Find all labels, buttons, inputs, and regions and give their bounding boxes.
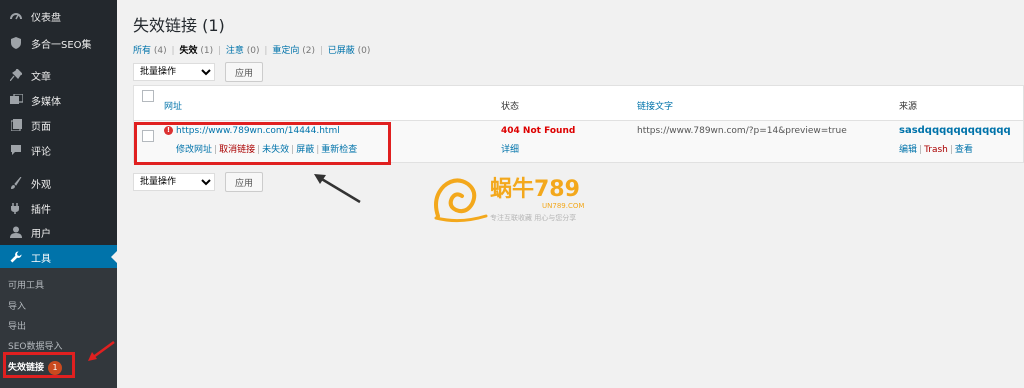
table-header: 网址 状态 链接文字 来源 bbox=[134, 86, 1023, 121]
sidebar-item-label: 多合一SEO集 bbox=[31, 39, 92, 51]
sidebar-item-users[interactable]: 用户 bbox=[0, 220, 117, 244]
filter-broken[interactable]: 失效 bbox=[179, 46, 197, 56]
dashboard-icon bbox=[8, 8, 24, 24]
select-all-checkbox[interactable] bbox=[142, 90, 154, 102]
plugin-icon bbox=[8, 200, 24, 216]
bulk-action-select[interactable]: 批量操作 bbox=[133, 63, 215, 81]
highlight-box bbox=[134, 122, 391, 165]
sidebar-item-appearance[interactable]: 外观 bbox=[0, 171, 117, 195]
wrench-icon bbox=[8, 249, 24, 265]
annotation-arrow-icon bbox=[88, 340, 115, 361]
sidebar-item-label: 文章 bbox=[31, 71, 51, 83]
comment-icon bbox=[8, 142, 24, 158]
submenu-item-export[interactable]: 导出 bbox=[8, 319, 26, 332]
sidebar-item-label: 插件 bbox=[31, 204, 51, 216]
sidebar-item-label: 评论 bbox=[31, 146, 51, 158]
filter-warning[interactable]: 注意 bbox=[226, 46, 244, 56]
submenu-item-import[interactable]: 导入 bbox=[8, 299, 26, 312]
apply-button[interactable]: 应用 bbox=[225, 172, 264, 192]
filter-count: (4) bbox=[153, 46, 167, 56]
seo-shield-icon bbox=[8, 35, 24, 51]
source-title-link[interactable]: sasdqqqqqqqqqqqq bbox=[899, 125, 1011, 136]
sidebar-item-posts[interactable]: 文章 bbox=[0, 63, 117, 87]
sidebar-item-plugins[interactable]: 插件 bbox=[0, 196, 117, 220]
sidebar-item-label: 工具 bbox=[31, 253, 51, 265]
snail-logo-watermark: 蜗牛789 UN789.COM 专注互联收藏 用心与您分享 bbox=[434, 176, 584, 223]
pin-icon bbox=[8, 67, 24, 83]
filter-count: (2) bbox=[302, 46, 315, 56]
page-title: 失效链接 (1) bbox=[133, 16, 225, 35]
annotation-arrow-icon bbox=[314, 174, 361, 204]
source-edit-link[interactable]: 编辑 bbox=[899, 145, 917, 155]
sidebar-item-pages[interactable]: 页面 bbox=[0, 113, 117, 137]
filter-count: (1) bbox=[200, 46, 214, 56]
filter-all[interactable]: 所有 bbox=[133, 46, 151, 56]
sidebar-item-label: 页面 bbox=[31, 121, 51, 133]
column-link-text[interactable]: 链接文字 bbox=[637, 99, 673, 112]
filter-redirect[interactable]: 重定向 bbox=[272, 46, 299, 56]
submenu-item-seo-import[interactable]: SEO数据导入 bbox=[8, 339, 62, 352]
sidebar-item-media[interactable]: 多媒体 bbox=[0, 88, 117, 112]
watermark-slogan: 专注互联收藏 用心与您分享 bbox=[490, 213, 576, 222]
sidebar-item-label: 仪表盘 bbox=[31, 12, 61, 24]
sidebar-item-label: 外观 bbox=[31, 179, 51, 191]
bulk-actions-top: 批量操作 应用 bbox=[133, 62, 264, 82]
highlight-box bbox=[3, 352, 75, 378]
source-actions: 编辑 | Trash | 查看 bbox=[899, 145, 973, 155]
source-trash-link[interactable]: Trash bbox=[924, 145, 948, 155]
media-icon bbox=[8, 92, 24, 108]
apply-button[interactable]: 应用 bbox=[225, 62, 264, 82]
status-details-link[interactable]: 详细 bbox=[501, 145, 519, 155]
user-icon bbox=[8, 224, 24, 240]
submenu-item-available-tools[interactable]: 可用工具 bbox=[8, 278, 44, 291]
watermark-brand: 蜗牛789 bbox=[490, 176, 580, 202]
sidebar-item-seo[interactable]: 多合一SEO集 bbox=[0, 31, 117, 55]
status-filters: 所有 (4) | 失效 (1) | 注意 (0) | 重定向 (2) | 已屏蔽… bbox=[133, 46, 371, 56]
bulk-action-select[interactable]: 批量操作 bbox=[133, 173, 215, 191]
filter-dismissed[interactable]: 已屏蔽 bbox=[328, 46, 355, 56]
filter-count: (0) bbox=[246, 46, 260, 56]
source-view-link[interactable]: 查看 bbox=[955, 145, 973, 155]
brush-icon bbox=[8, 175, 24, 191]
sidebar-item-dashboard[interactable]: 仪表盘 bbox=[0, 4, 117, 28]
status-code: 404 Not Found bbox=[501, 126, 576, 136]
column-url[interactable]: 网址 bbox=[164, 99, 182, 112]
link-text: https://www.789wn.com/?p=14&preview=true bbox=[637, 126, 847, 136]
watermark-domain: UN789.COM bbox=[542, 202, 584, 210]
admin-sidebar: 仪表盘 多合一SEO集 文章 多媒体 页面 评论 外观 插件 用户 工具 可用工… bbox=[0, 0, 117, 388]
bulk-actions-bottom: 批量操作 应用 bbox=[133, 172, 264, 192]
sidebar-item-comments[interactable]: 评论 bbox=[0, 138, 117, 162]
filter-count: (0) bbox=[357, 46, 371, 56]
sidebar-item-label: 用户 bbox=[31, 228, 51, 240]
column-source: 来源 bbox=[899, 102, 918, 112]
sidebar-item-label: 多媒体 bbox=[31, 96, 61, 108]
column-status: 状态 bbox=[501, 102, 520, 112]
page-icon bbox=[8, 117, 24, 133]
sidebar-item-tools[interactable]: 工具 bbox=[0, 245, 117, 269]
